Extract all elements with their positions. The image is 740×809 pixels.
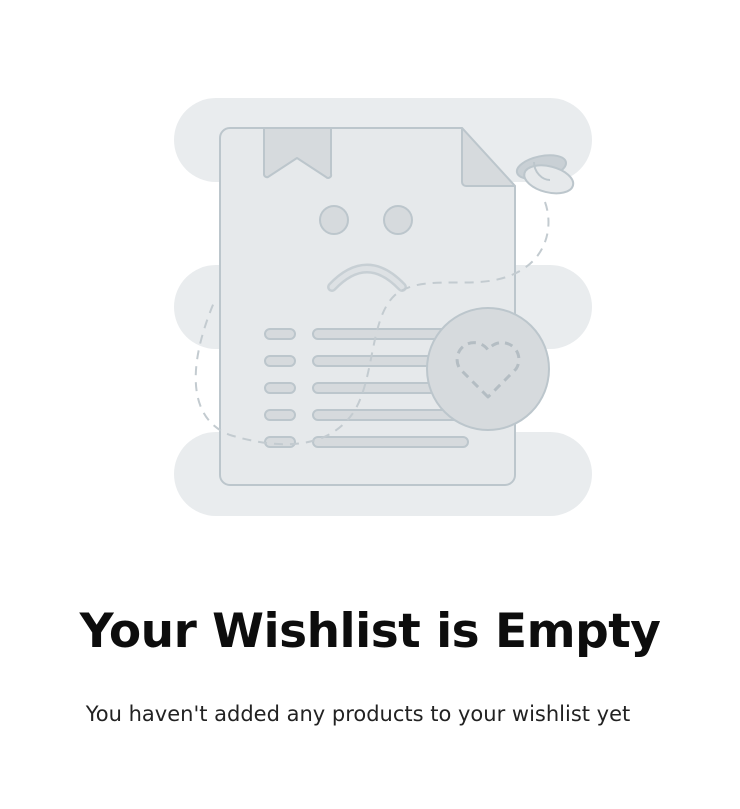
sad-document-heart-icon bbox=[174, 98, 592, 516]
empty-wishlist-message: You haven't added any products to your w… bbox=[85, 702, 631, 726]
empty-wishlist-title: Your Wishlist is Empty bbox=[79, 604, 661, 659]
wishlist-empty-state: Your Wishlist is Empty You haven't added… bbox=[0, 0, 740, 809]
